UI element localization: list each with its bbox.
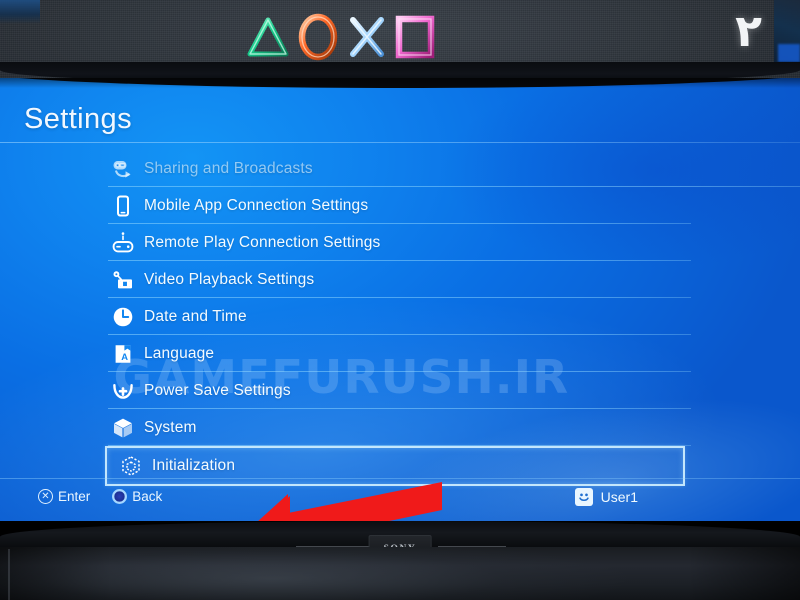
- menu-item-label: Date and Time: [144, 307, 247, 325]
- menu-item-sharing-and-broadcasts[interactable]: Sharing and Broadcasts: [0, 150, 800, 187]
- hint-label: Enter: [58, 489, 91, 504]
- power-save-icon: [110, 378, 136, 404]
- smiley-avatar-icon: [574, 488, 593, 506]
- room-lighting: [0, 547, 800, 600]
- clock-icon: [110, 304, 136, 330]
- footer-button-hints: ✕ Enter Back: [38, 489, 162, 504]
- playstation-neon-symbols: [246, 6, 486, 68]
- page-title: Settings: [24, 103, 132, 135]
- menu-item-mobile-app-connection-settings[interactable]: Mobile App Connection Settings: [0, 187, 800, 224]
- circle-button-icon: [112, 489, 128, 504]
- settings-menu: Sharing and Broadcasts Mobile App Connec…: [0, 150, 800, 486]
- menu-item-date-and-time[interactable]: Date and Time: [0, 298, 800, 335]
- menu-item-language[interactable]: A Language: [0, 335, 800, 372]
- menu-item-label: Remote Play Connection Settings: [144, 233, 381, 251]
- menu-item-label: Video Playback Settings: [144, 270, 315, 288]
- share-broadcast-icon: [110, 156, 136, 182]
- menu-item-remote-play-connection-settings[interactable]: Remote Play Connection Settings: [0, 224, 800, 261]
- wall-blue-reflection: [778, 44, 800, 62]
- user-name: User1: [600, 489, 638, 505]
- cross-icon: [350, 17, 384, 57]
- mobile-phone-icon: [110, 193, 136, 219]
- screenshot-root: ۲ GAMEFURUSH.IR Settings Sharing and Bro…: [0, 0, 800, 600]
- menu-item-video-playback-settings[interactable]: Video Playback Settings: [0, 261, 800, 298]
- triangle-icon: [247, 17, 289, 57]
- hint-enter[interactable]: ✕ Enter: [38, 489, 90, 504]
- initialization-icon: [118, 453, 144, 479]
- tv-screen: GAMEFURUSH.IR Settings Sharing and Broad…: [0, 78, 800, 521]
- film-reel-icon: [110, 267, 136, 293]
- menu-item-power-save-settings[interactable]: Power Save Settings: [0, 372, 800, 409]
- cross-button-icon: ✕: [38, 489, 53, 504]
- circle-icon: [298, 13, 338, 61]
- menu-item-system[interactable]: System: [0, 409, 800, 446]
- menu-item-label: Mobile App Connection Settings: [144, 196, 369, 214]
- screen-top-vignette: [0, 78, 800, 88]
- wall-left-glow: [0, 0, 40, 24]
- svg-text:A: A: [121, 351, 128, 362]
- menu-item-label: Language: [144, 344, 215, 362]
- square-icon: [395, 15, 435, 59]
- menu-item-label: Sharing and Broadcasts: [144, 159, 313, 177]
- menu-item-label: System: [144, 418, 197, 436]
- screen-footer: ✕ Enter Back User1: [0, 478, 800, 521]
- room-below-tv: [0, 547, 800, 600]
- footer-user[interactable]: User1: [574, 488, 638, 506]
- cube-icon: [110, 415, 136, 441]
- title-divider: [0, 142, 800, 143]
- language-book-icon: A: [110, 341, 136, 367]
- wall-numeral-sign: ۲: [735, 6, 762, 57]
- menu-item-label: Power Save Settings: [144, 381, 291, 399]
- hint-back[interactable]: Back: [112, 489, 162, 504]
- room-wall-edge: [8, 549, 10, 600]
- footer-divider: [0, 478, 800, 479]
- hint-label: Back: [132, 489, 163, 504]
- remote-play-icon: [110, 230, 136, 256]
